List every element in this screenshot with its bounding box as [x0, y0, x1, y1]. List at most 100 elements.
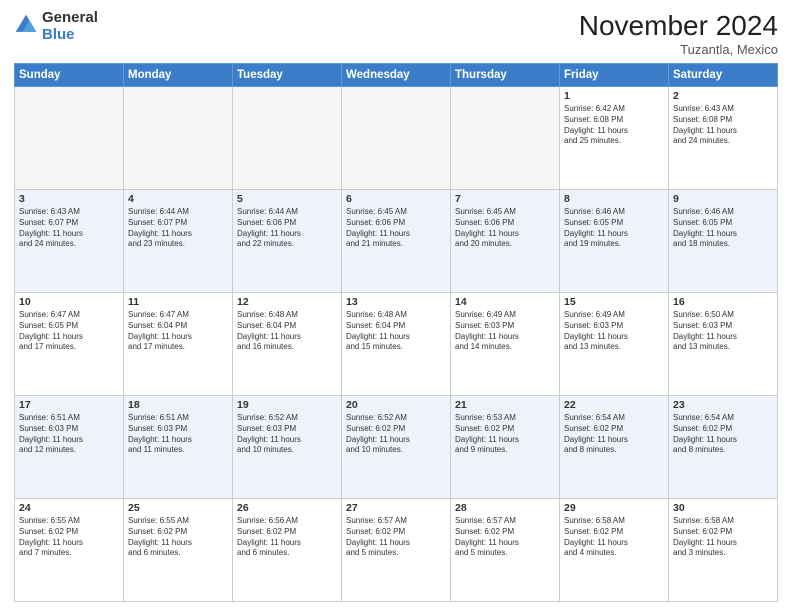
- month-title: November 2024: [579, 10, 778, 42]
- day-number: 26: [237, 502, 337, 514]
- weekday-header-wednesday: Wednesday: [342, 64, 451, 87]
- calendar: SundayMondayTuesdayWednesdayThursdayFrid…: [14, 63, 778, 602]
- day-number: 7: [455, 193, 555, 205]
- calendar-cell: 27 Sunrise: 6:57 AM Sunset: 6:02 PM Dayli…: [342, 499, 451, 602]
- day-info: Sunrise: 6:55 AM Sunset: 6:02 PM Dayligh…: [128, 516, 228, 559]
- header: General Blue November 2024 Tuzantla, Mex…: [14, 10, 778, 57]
- day-number: 16: [673, 296, 773, 308]
- week-row-5: 24 Sunrise: 6:55 AM Sunset: 6:02 PM Dayli…: [15, 499, 778, 602]
- day-number: 9: [673, 193, 773, 205]
- week-row-1: 1Sunrise: 6:42 AM Sunset: 6:08 PM Daylig…: [15, 87, 778, 190]
- day-number: 10: [19, 296, 119, 308]
- day-info: Sunrise: 6:46 AM Sunset: 6:05 PM Dayligh…: [673, 207, 773, 250]
- calendar-cell: 16 Sunrise: 6:50 AM Sunset: 6:03 PM Dayli…: [669, 293, 778, 396]
- day-info: Sunrise: 6:53 AM Sunset: 6:02 PM Dayligh…: [455, 413, 555, 456]
- logo-blue-text: Blue: [42, 27, 98, 44]
- weekday-header-sunday: Sunday: [15, 64, 124, 87]
- page-container: General Blue November 2024 Tuzantla, Mex…: [0, 0, 792, 612]
- calendar-cell: 29Sunrise: 6:58 AM Sunset: 6:02 PM Dayli…: [560, 499, 669, 602]
- calendar-cell: 4 Sunrise: 6:44 AM Sunset: 6:07 PM Daylig…: [124, 190, 233, 293]
- day-number: 19: [237, 399, 337, 411]
- day-info: Sunrise: 6:49 AM Sunset: 6:03 PM Dayligh…: [564, 310, 664, 353]
- day-number: 13: [346, 296, 446, 308]
- calendar-cell: 17Sunrise: 6:51 AM Sunset: 6:03 PM Dayli…: [15, 396, 124, 499]
- logo-general-text: General: [42, 10, 98, 27]
- day-number: 21: [455, 399, 555, 411]
- day-info: Sunrise: 6:58 AM Sunset: 6:02 PM Dayligh…: [564, 516, 664, 559]
- calendar-cell: 28 Sunrise: 6:57 AM Sunset: 6:02 PM Dayli…: [451, 499, 560, 602]
- day-info: Sunrise: 6:57 AM Sunset: 6:02 PM Dayligh…: [346, 516, 446, 559]
- day-info: Sunrise: 6:49 AM Sunset: 6:03 PM Dayligh…: [455, 310, 555, 353]
- logo-icon: [14, 13, 38, 37]
- weekday-header-monday: Monday: [124, 64, 233, 87]
- calendar-cell: 11 Sunrise: 6:47 AM Sunset: 6:04 PM Dayli…: [124, 293, 233, 396]
- week-row-4: 17 Sunrise: 6:51 AM Sunset: 6:03 PM Dayli…: [15, 396, 778, 499]
- calendar-cell: 8 Sunrise: 6:46 AM Sunset: 6:05 PM Daylig…: [560, 190, 669, 293]
- calendar-cell: 24Sunrise: 6:55 AM Sunset: 6:02 PM Dayli…: [15, 499, 124, 602]
- calendar-cell: 30Sunrise: 6:58 AM Sunset: 6:02 PM Dayli…: [669, 499, 778, 602]
- day-info: Sunrise: 6:52 AM Sunset: 6:03 PM Dayligh…: [237, 413, 337, 456]
- day-info: Sunrise: 6:44 AM Sunset: 6:07 PM Dayligh…: [128, 207, 228, 250]
- calendar-cell: [451, 87, 560, 190]
- day-info: Sunrise: 6:43 AM Sunset: 6:08 PM Dayligh…: [673, 104, 773, 147]
- day-number: 24: [19, 502, 119, 514]
- day-number: 6: [346, 193, 446, 205]
- day-info: Sunrise: 6:46 AM Sunset: 6:05 PM Dayligh…: [564, 207, 664, 250]
- calendar-cell: 9 Sunrise: 6:46 AM Sunset: 6:05 PM Daylig…: [669, 190, 778, 293]
- weekday-header-tuesday: Tuesday: [233, 64, 342, 87]
- day-number: 27: [346, 502, 446, 514]
- day-info: Sunrise: 6:52 AM Sunset: 6:02 PM Dayligh…: [346, 413, 446, 456]
- day-number: 8: [564, 193, 664, 205]
- calendar-cell: 22 Sunrise: 6:54 AM Sunset: 6:02 PM Dayli…: [560, 396, 669, 499]
- location: Tuzantla, Mexico: [579, 42, 778, 57]
- calendar-cell: 3Sunrise: 6:43 AM Sunset: 6:07 PM Daylig…: [15, 190, 124, 293]
- calendar-cell: 14 Sunrise: 6:49 AM Sunset: 6:03 PM Dayli…: [451, 293, 560, 396]
- calendar-cell: 6 Sunrise: 6:45 AM Sunset: 6:06 PM Daylig…: [342, 190, 451, 293]
- weekday-header-thursday: Thursday: [451, 64, 560, 87]
- calendar-cell: 19 Sunrise: 6:52 AM Sunset: 6:03 PM Dayli…: [233, 396, 342, 499]
- day-info: Sunrise: 6:47 AM Sunset: 6:05 PM Dayligh…: [19, 310, 119, 353]
- calendar-cell: 26 Sunrise: 6:56 AM Sunset: 6:02 PM Dayli…: [233, 499, 342, 602]
- week-row-3: 10 Sunrise: 6:47 AM Sunset: 6:05 PM Dayli…: [15, 293, 778, 396]
- day-info: Sunrise: 6:56 AM Sunset: 6:02 PM Dayligh…: [237, 516, 337, 559]
- day-number: 25: [128, 502, 228, 514]
- day-number: 28: [455, 502, 555, 514]
- day-info: Sunrise: 6:45 AM Sunset: 6:06 PM Dayligh…: [346, 207, 446, 250]
- week-row-2: 3Sunrise: 6:43 AM Sunset: 6:07 PM Daylig…: [15, 190, 778, 293]
- weekday-header-friday: Friday: [560, 64, 669, 87]
- day-info: Sunrise: 6:50 AM Sunset: 6:03 PM Dayligh…: [673, 310, 773, 353]
- day-number: 14: [455, 296, 555, 308]
- calendar-cell: 18 Sunrise: 6:51 AM Sunset: 6:03 PM Dayli…: [124, 396, 233, 499]
- day-number: 18: [128, 399, 228, 411]
- calendar-cell: 2 Sunrise: 6:43 AM Sunset: 6:08 PM Daylig…: [669, 87, 778, 190]
- day-number: 12: [237, 296, 337, 308]
- calendar-cell: [124, 87, 233, 190]
- day-info: Sunrise: 6:47 AM Sunset: 6:04 PM Dayligh…: [128, 310, 228, 353]
- day-number: 4: [128, 193, 228, 205]
- day-number: 23: [673, 399, 773, 411]
- weekday-header-saturday: Saturday: [669, 64, 778, 87]
- day-number: 2: [673, 90, 773, 102]
- day-info: Sunrise: 6:48 AM Sunset: 6:04 PM Dayligh…: [237, 310, 337, 353]
- day-number: 30: [673, 502, 773, 514]
- title-section: November 2024 Tuzantla, Mexico: [579, 10, 778, 57]
- day-info: Sunrise: 6:54 AM Sunset: 6:02 PM Dayligh…: [673, 413, 773, 456]
- calendar-cell: 21 Sunrise: 6:53 AM Sunset: 6:02 PM Dayli…: [451, 396, 560, 499]
- day-number: 20: [346, 399, 446, 411]
- calendar-cell: [15, 87, 124, 190]
- day-number: 11: [128, 296, 228, 308]
- day-number: 17: [19, 399, 119, 411]
- day-info: Sunrise: 6:54 AM Sunset: 6:02 PM Dayligh…: [564, 413, 664, 456]
- calendar-cell: 23 Sunrise: 6:54 AM Sunset: 6:02 PM Dayli…: [669, 396, 778, 499]
- day-number: 15: [564, 296, 664, 308]
- logo: General Blue: [14, 10, 98, 43]
- day-info: Sunrise: 6:42 AM Sunset: 6:08 PM Dayligh…: [564, 104, 664, 147]
- calendar-cell: 13 Sunrise: 6:48 AM Sunset: 6:04 PM Dayli…: [342, 293, 451, 396]
- day-info: Sunrise: 6:48 AM Sunset: 6:04 PM Dayligh…: [346, 310, 446, 353]
- day-info: Sunrise: 6:57 AM Sunset: 6:02 PM Dayligh…: [455, 516, 555, 559]
- day-info: Sunrise: 6:43 AM Sunset: 6:07 PM Dayligh…: [19, 207, 119, 250]
- day-number: 22: [564, 399, 664, 411]
- day-number: 5: [237, 193, 337, 205]
- calendar-cell: 7Sunrise: 6:45 AM Sunset: 6:06 PM Daylig…: [451, 190, 560, 293]
- day-info: Sunrise: 6:51 AM Sunset: 6:03 PM Dayligh…: [128, 413, 228, 456]
